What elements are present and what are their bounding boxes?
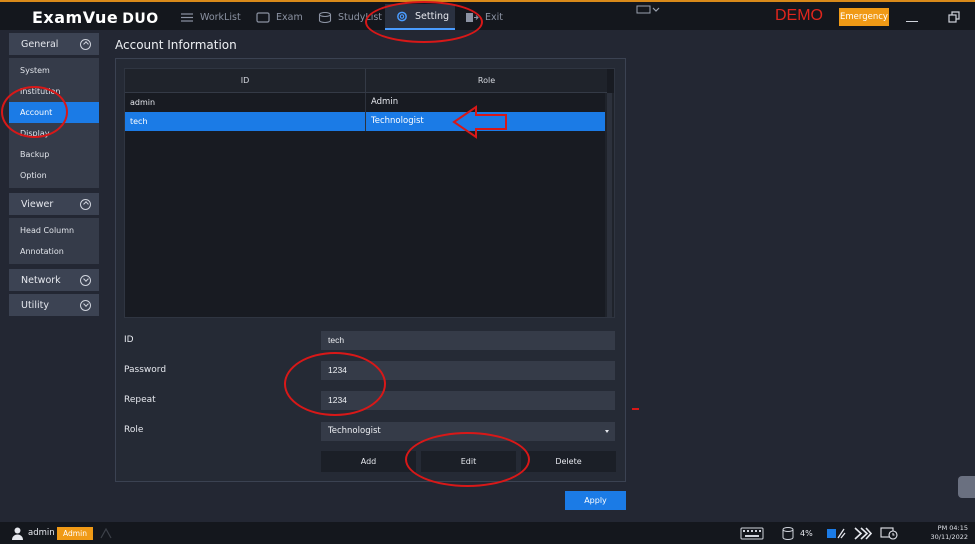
sidebar-item-head-column[interactable]: Head Column	[9, 220, 99, 241]
screen-timer-icon	[880, 527, 898, 540]
table-row-selected[interactable]: tech Technologist	[125, 112, 607, 131]
sidebar-item-annotation[interactable]: Annotation	[9, 241, 99, 262]
side-handle[interactable]	[958, 476, 975, 498]
table-scrollbar[interactable]	[605, 93, 614, 317]
page-title: Account Information	[115, 38, 237, 52]
clock: PM 04:15 30/11/2022	[922, 524, 968, 542]
demo-label: DEMO	[775, 7, 823, 24]
database-icon	[318, 11, 332, 23]
delete-button[interactable]: Delete	[521, 451, 616, 472]
sidebar-group-viewer[interactable]: Viewer	[9, 193, 99, 215]
list-icon	[181, 12, 193, 22]
sidebar-group-general-label: General	[21, 38, 59, 50]
sidebar-group-utility-label: Utility	[21, 299, 49, 311]
repeat-label: Repeat	[124, 395, 156, 405]
account-table: ID Role admin Admin tech Technologist	[124, 68, 615, 318]
add-button[interactable]: Add	[321, 451, 416, 472]
emergency-button[interactable]: Emergency	[839, 8, 889, 26]
user-name: admin	[28, 528, 55, 538]
sidebar-group-general[interactable]: General	[9, 33, 99, 55]
annotation-circle-edit	[405, 432, 530, 487]
annotation-circle-setting	[365, 1, 483, 43]
nav-exam-label: Exam	[276, 11, 303, 23]
sidebar-group-network[interactable]: Network	[9, 269, 99, 291]
logo-sub: DUO	[122, 11, 159, 27]
network-icon	[100, 528, 112, 539]
table-row[interactable]: admin Admin	[125, 93, 607, 112]
nav-exam[interactable]: Exam	[256, 4, 303, 30]
status-bar: admin Admin 4% PM 04:15 30/11/2022	[0, 522, 975, 544]
user-role-badge: Admin	[57, 527, 93, 540]
role-select-value: Technologist	[328, 426, 381, 436]
nav-worklist-label: WorkList	[200, 11, 241, 23]
fast-forward-icon	[854, 527, 872, 540]
restore-window-icon[interactable]	[948, 11, 960, 23]
id-field[interactable]	[321, 331, 615, 350]
column-header-role[interactable]: Role	[366, 69, 607, 93]
table-header: ID Role	[125, 69, 607, 93]
sidebar-item-option[interactable]: Option	[9, 165, 99, 186]
cell-id: admin	[125, 93, 366, 112]
monitor-icon	[256, 11, 270, 23]
settings-sidebar: General System Institution Account Displ…	[9, 33, 99, 319]
cell-id: tech	[125, 112, 366, 131]
scrollbar-thumb[interactable]	[607, 93, 612, 317]
app-logo: ExamVue DUO	[32, 8, 159, 27]
annotation-circle-password	[284, 352, 386, 416]
chevron-up-icon	[80, 198, 91, 210]
keyboard-icon[interactable]	[740, 527, 764, 540]
sidebar-group-network-label: Network	[21, 274, 61, 286]
dropdown-arrow-icon	[605, 430, 609, 433]
nav-exit-label: Exit	[485, 11, 503, 23]
minimize-button[interactable]	[906, 12, 918, 22]
annotation-mark	[632, 408, 639, 410]
clock-time: PM 04:15	[937, 524, 968, 532]
keyboard-toggle-icon[interactable]	[636, 5, 662, 15]
sidebar-item-system[interactable]: System	[9, 60, 99, 81]
logo-main: ExamVue	[32, 8, 119, 27]
id-label: ID	[124, 335, 134, 345]
clock-date: 30/11/2022	[930, 533, 968, 541]
annotation-circle-account	[1, 86, 68, 138]
annotation-arrow-icon	[452, 105, 507, 139]
top-bar: ExamVue DUO WorkList Exam StudyList Setti…	[0, 0, 975, 30]
nav-worklist[interactable]: WorkList	[180, 4, 241, 30]
chevron-up-icon	[80, 38, 91, 50]
sidebar-group-viewer-label: Viewer	[21, 198, 54, 210]
storage-icon	[782, 527, 794, 540]
user-icon	[12, 527, 23, 540]
sidebar-group-utility[interactable]: Utility	[9, 294, 99, 316]
disk-usage: 4%	[800, 529, 813, 538]
column-header-id[interactable]: ID	[125, 69, 366, 93]
password-label: Password	[124, 365, 167, 375]
sidebar-viewer-items: Head Column Annotation	[9, 218, 99, 264]
role-label: Role	[124, 425, 144, 435]
chevron-down-icon	[80, 274, 91, 286]
chevron-down-icon	[80, 299, 91, 311]
detector-icon	[827, 528, 846, 539]
apply-button[interactable]: Apply	[565, 491, 626, 510]
sidebar-item-backup[interactable]: Backup	[9, 144, 99, 165]
